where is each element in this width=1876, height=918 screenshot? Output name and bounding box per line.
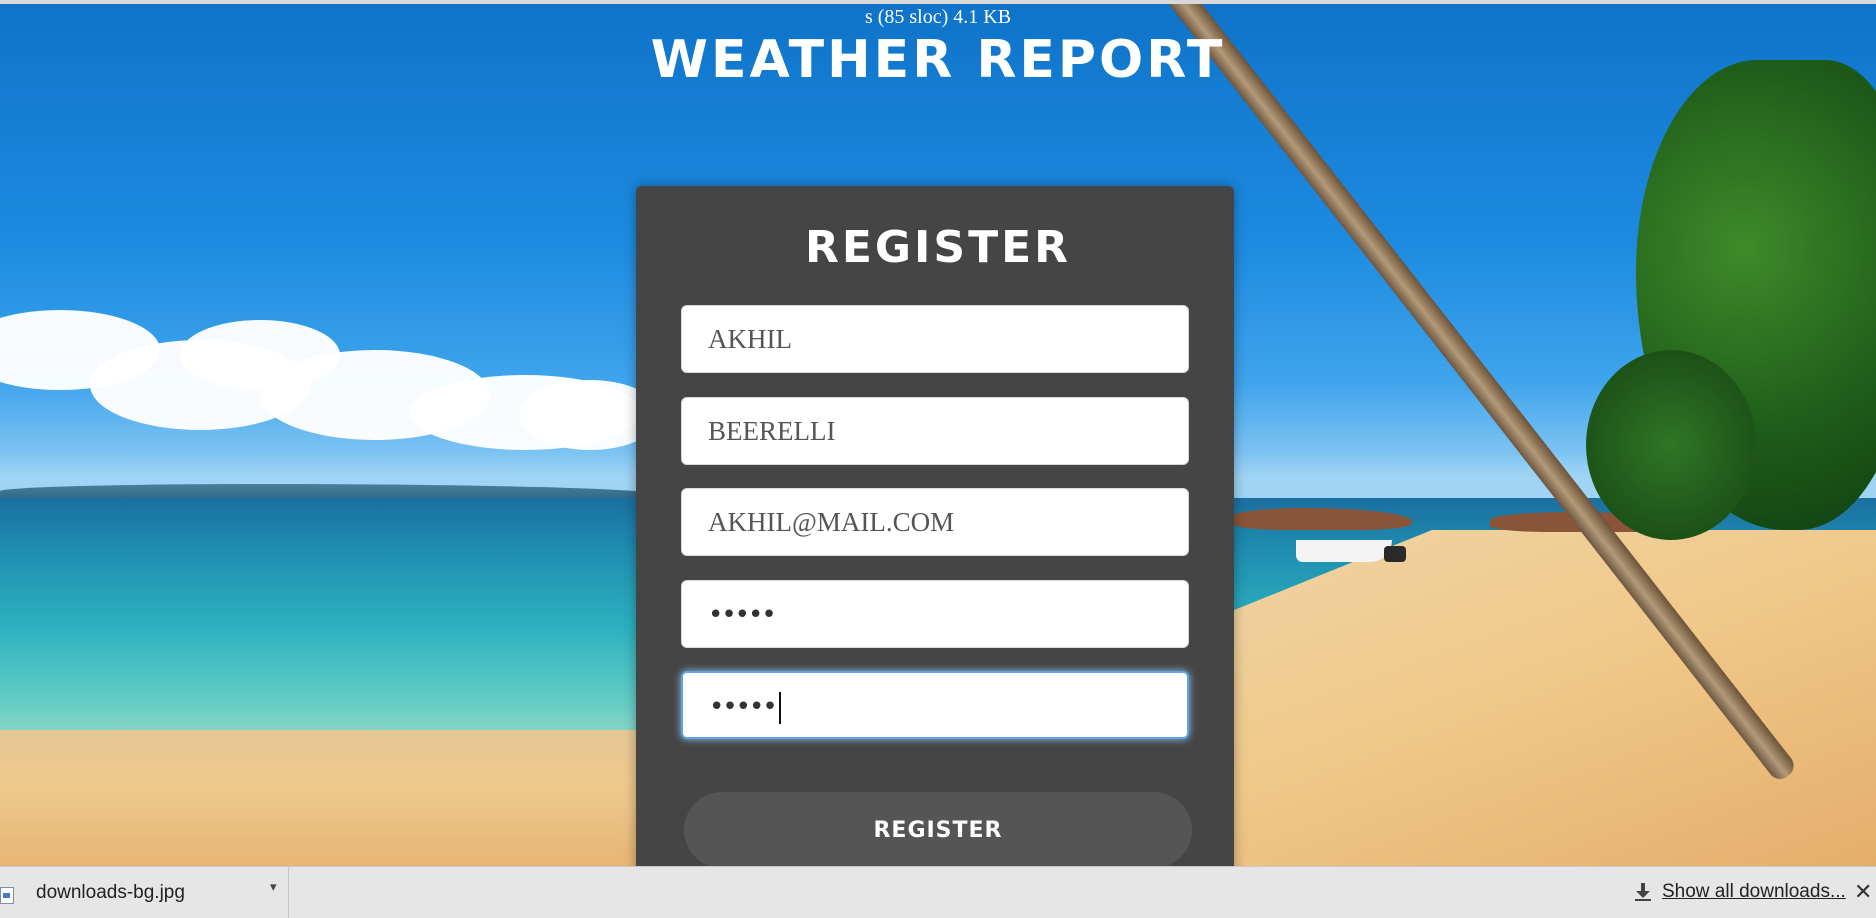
confirm-password-dots: ••••• bbox=[709, 692, 778, 722]
email-input[interactable] bbox=[681, 488, 1189, 556]
register-title: REGISTER bbox=[804, 222, 1072, 273]
trees bbox=[1586, 350, 1756, 540]
password-mask: ••••• bbox=[708, 600, 777, 630]
image-file-icon bbox=[0, 887, 14, 904]
close-icon[interactable]: ✕ bbox=[1854, 879, 1872, 905]
download-menu-button[interactable]: ▾ bbox=[270, 879, 277, 895]
show-all-downloads-link[interactable]: Show all downloads... bbox=[1662, 881, 1846, 903]
last-name-input[interactable] bbox=[681, 397, 1189, 465]
download-file-name[interactable]: downloads-bg.jpg bbox=[36, 882, 185, 904]
page-title: WEATHER REPORT bbox=[650, 30, 1226, 90]
boat-motor bbox=[1384, 546, 1406, 562]
first-name-input[interactable] bbox=[681, 305, 1189, 373]
downloads-bar: downloads-bg.jpg ▾ Show all downloads...… bbox=[0, 866, 1876, 918]
confirm-password-mask: ••••• bbox=[709, 673, 781, 741]
register-button[interactable]: REGISTER bbox=[684, 792, 1192, 868]
download-item[interactable]: downloads-bg.jpg ▾ bbox=[0, 867, 289, 918]
download-icon bbox=[1635, 883, 1651, 901]
text-caret bbox=[778, 691, 781, 724]
top-border bbox=[0, 0, 1876, 4]
confirm-password-input[interactable]: ••••• bbox=[681, 671, 1189, 739]
password-input[interactable]: ••••• bbox=[681, 580, 1189, 648]
file-info: s (85 sloc) 4.1 KB bbox=[864, 6, 1012, 28]
boat bbox=[1296, 540, 1392, 562]
